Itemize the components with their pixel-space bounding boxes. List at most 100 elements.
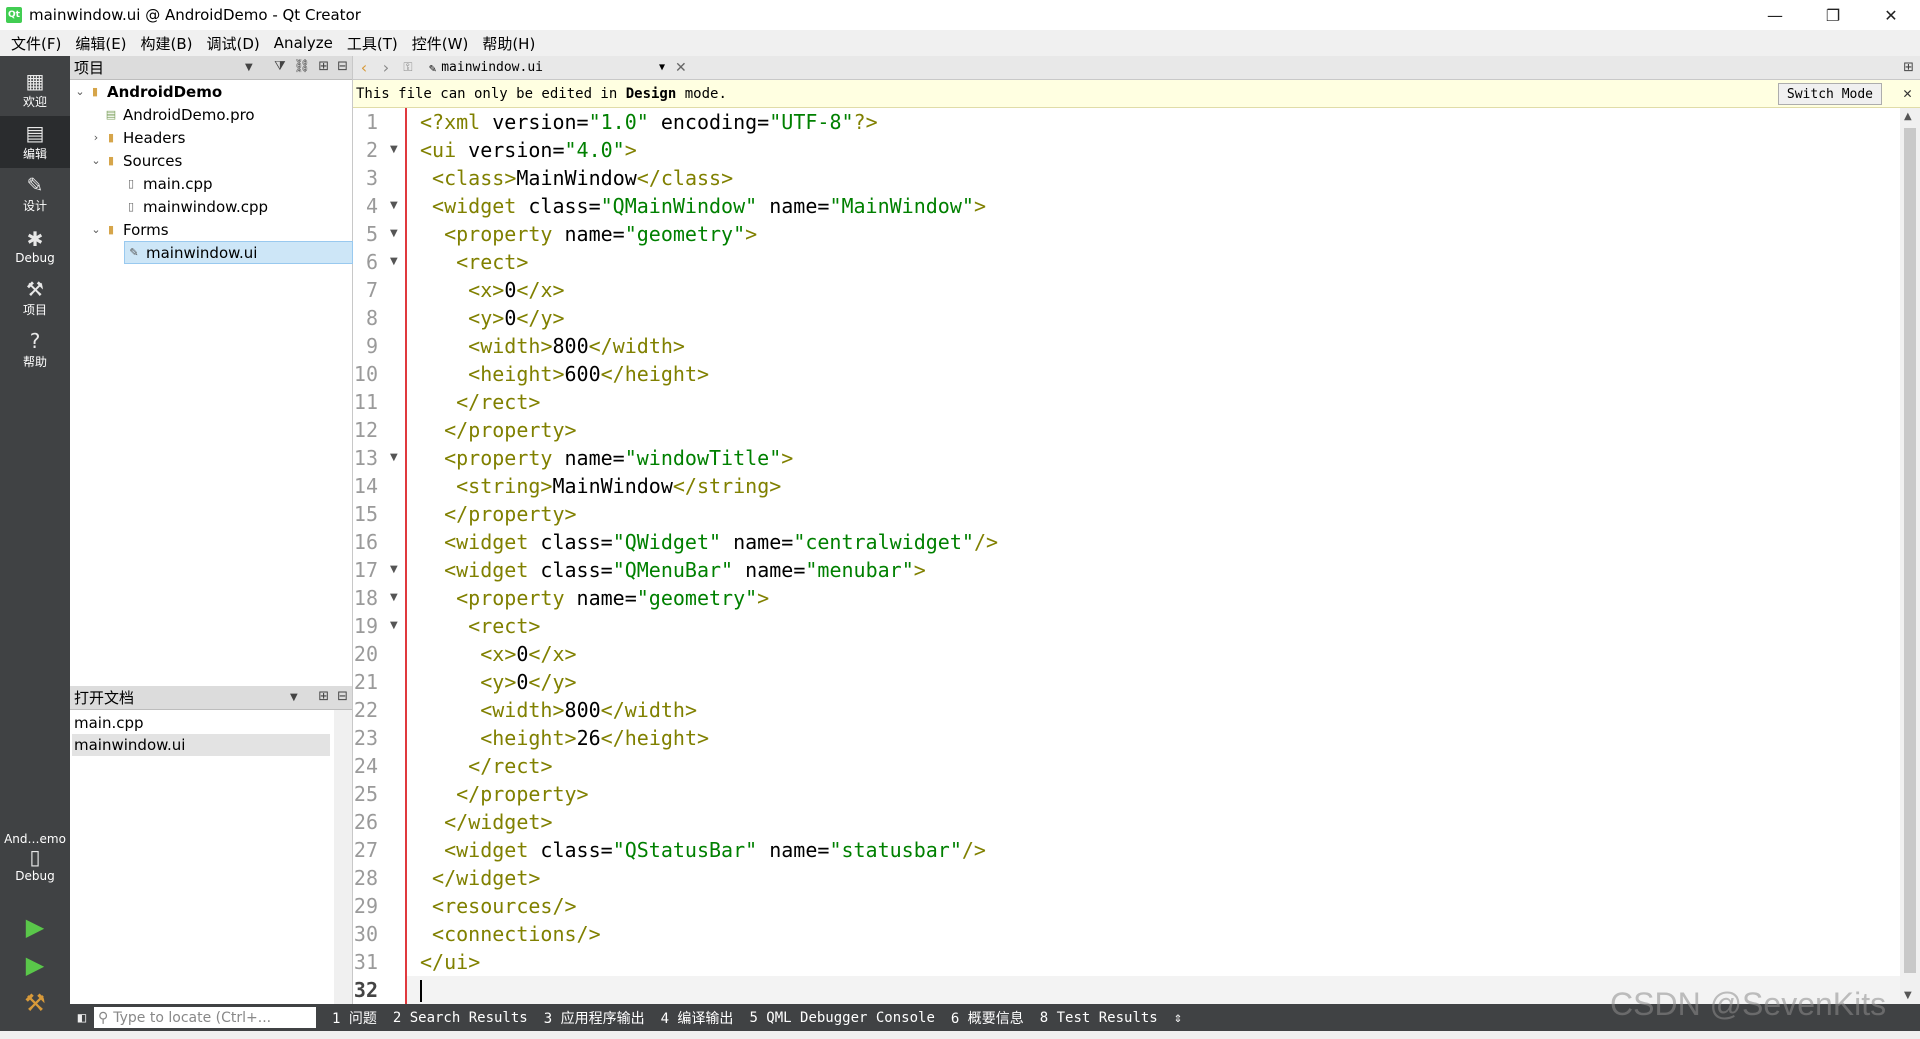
editor-scrollbar[interactable]: ▲ ▼ (1900, 108, 1920, 1004)
folder-icon: ▮ (107, 223, 115, 236)
mode-debug[interactable]: ✱ Debug (0, 220, 70, 272)
line-number: 15 (353, 502, 378, 526)
close-panel-icon[interactable]: ⊟ (337, 689, 348, 704)
tree-item-sources[interactable]: ⌄ ▮ Sources (88, 149, 182, 172)
fold-margin[interactable]: ▼ ▼ ▼ ▼ ▼ ▼ ▼ ▼ (381, 108, 407, 1004)
menu-analyze[interactable]: Analyze (267, 34, 340, 52)
restore-button[interactable]: ❐ (1804, 0, 1862, 30)
fold-marker-icon[interactable]: ▼ (390, 556, 398, 584)
mode-help[interactable]: ? 帮助 (0, 324, 70, 376)
code-line: </rect> (456, 390, 541, 414)
split-icon[interactable]: ⊞ (318, 689, 329, 704)
code-line: <y>0</y> (468, 306, 565, 330)
design-mode-infobar: This file can only be edited in Design m… (353, 80, 1920, 108)
close-panel-icon[interactable]: ⊟ (337, 59, 348, 74)
tree-item-mainwindow-cpp[interactable]: ▯ mainwindow.cpp (124, 195, 268, 218)
open-doc-main-cpp[interactable]: main.cpp (72, 712, 330, 734)
chevron-right-icon[interactable]: › (88, 131, 104, 144)
menu-bar: 文件(F) 编辑(E) 构建(B) 调试(D) Analyze 工具(T) 控件… (0, 30, 1920, 56)
text-cursor (420, 980, 422, 1002)
switch-mode-button[interactable]: Switch Mode (1777, 83, 1882, 105)
split-icon[interactable]: ⊞ (318, 59, 329, 74)
more-tabs-icon[interactable]: ⇕ (1166, 1010, 1190, 1026)
mode-design[interactable]: ✎ 设计 (0, 168, 70, 220)
tree-item-mainwindow-ui[interactable]: ✎ mainwindow.ui (124, 241, 353, 264)
tab-application-output[interactable]: 3 应用程序输出 (536, 1008, 653, 1028)
chevron-down-icon[interactable]: ⌄ (88, 223, 104, 236)
mode-welcome[interactable]: ▦ 欢迎 (0, 64, 70, 116)
tab-compile-output[interactable]: 4 编译输出 (653, 1008, 742, 1028)
mode-edit[interactable]: ▤ 编辑 (0, 116, 70, 168)
chevron-down-icon[interactable]: ⌄ (72, 85, 88, 98)
ui-file-icon: ✎ (129, 246, 139, 259)
locator-input[interactable]: ⚲ Type to locate (Ctrl+... (94, 1007, 316, 1028)
open-doc-mainwindow-ui[interactable]: mainwindow.ui (72, 734, 330, 756)
tree-item-pro-file[interactable]: ▤ AndroidDemo.pro (88, 103, 255, 126)
tree-item-project[interactable]: ⌄ ▮ AndroidDemo (72, 80, 222, 103)
line-number: 10 (353, 362, 378, 386)
menu-debug[interactable]: 调试(D) (200, 33, 267, 54)
line-number: 13 (353, 446, 378, 470)
fold-marker-icon[interactable]: ▼ (390, 444, 398, 472)
tab-issues[interactable]: 1 问题 (324, 1008, 385, 1028)
tree-item-headers[interactable]: › ▮ Headers (88, 126, 186, 149)
menu-help[interactable]: 帮助(H) (475, 33, 542, 54)
kit-selector[interactable]: And…emo ▯ Debug (0, 822, 70, 892)
menu-build[interactable]: 构建(B) (134, 33, 200, 54)
forward-arrow-icon[interactable]: › (375, 58, 397, 77)
chevron-down-icon[interactable]: ▼ (290, 692, 298, 703)
tab-search-results[interactable]: 2 Search Results (385, 1010, 536, 1026)
fold-marker-icon[interactable]: ▼ (390, 136, 398, 164)
tab-test-results[interactable]: 8 Test Results (1032, 1010, 1166, 1026)
fold-marker-icon[interactable]: ▼ (390, 220, 398, 248)
code-line: </property> (444, 502, 577, 526)
fold-marker-icon[interactable]: ▼ (390, 584, 398, 612)
document-selector[interactable]: ✎ mainwindow.ui ▼ (429, 60, 665, 75)
tab-general-messages[interactable]: 6 概要信息 (943, 1008, 1032, 1028)
build-button[interactable]: ⚒ (20, 988, 50, 1018)
close-infobar-icon[interactable]: ✕ (1903, 84, 1912, 102)
scroll-down-icon[interactable]: ▼ (1904, 990, 1912, 1001)
tab-qml-debugger-console[interactable]: 5 QML Debugger Console (741, 1010, 942, 1026)
code-editor[interactable]: 1 2 3 4 5 6 7 8 9 10 11 12 13 14 15 16 17 18 19 20 21 22 23 24 2… (353, 108, 1920, 1004)
project-panel: 项目 ▼ ⧩ ⛓ ⊞ ⊟ ⌄ ▮ AndroidDemo ▤ AndroidDe… (70, 56, 353, 686)
menu-file[interactable]: 文件(F) (4, 33, 68, 54)
line-number: 29 (353, 894, 378, 918)
back-arrow-icon[interactable]: ‹ (353, 58, 375, 77)
code-line: <x>0</x> (468, 278, 565, 302)
tree-item-forms[interactable]: ⌄ ▮ Forms (88, 218, 168, 241)
link-icon[interactable]: ⛓ (294, 59, 311, 74)
close-window-button[interactable]: ✕ (1862, 0, 1920, 30)
line-number: 3 (365, 166, 378, 190)
grid-icon: ▦ (25, 69, 45, 93)
fold-marker-icon[interactable]: ▼ (390, 248, 398, 276)
chevron-down-icon[interactable]: ▼ (245, 62, 253, 73)
code-line: <property name="windowTitle"> (444, 446, 794, 470)
scrollbar-thumb[interactable] (1904, 128, 1916, 973)
minimize-button[interactable]: — (1746, 0, 1804, 30)
code-line: <class>MainWindow</class> (432, 166, 734, 190)
close-document-icon[interactable]: ✕ (675, 60, 687, 76)
menu-edit[interactable]: 编辑(E) (68, 33, 133, 54)
chevron-down-icon[interactable]: ⌄ (88, 154, 104, 167)
kit-build-mode: Debug (15, 869, 55, 883)
scroll-up-icon[interactable]: ▲ (1904, 111, 1912, 122)
fold-marker-icon[interactable]: ▼ (390, 192, 398, 220)
line-number: 22 (353, 698, 378, 722)
hammer-icon: ⚒ (24, 989, 46, 1017)
split-editor-icon[interactable]: ⊞ (1903, 60, 1914, 75)
filter-icon[interactable]: ⧩ (274, 59, 286, 74)
debug-run-button[interactable]: ▶ (20, 950, 50, 980)
tree-item-main-cpp[interactable]: ▯ main.cpp (124, 172, 213, 195)
toggle-sidebar-icon[interactable]: ◧ (70, 1010, 94, 1026)
menu-tools[interactable]: 工具(T) (340, 33, 405, 54)
code-line: <?xml version="1.0" encoding="UTF-8"?> (420, 110, 878, 134)
fold-marker-icon[interactable]: ▼ (390, 612, 398, 640)
line-number: 5 (365, 222, 378, 246)
menu-widgets[interactable]: 控件(W) (405, 33, 476, 54)
folder-icon: ▮ (107, 154, 115, 167)
mode-projects[interactable]: ⚒ 项目 (0, 272, 70, 324)
line-number: 19 (353, 614, 378, 638)
run-button[interactable]: ▶ (20, 912, 50, 942)
code-line: <property name="geometry"> (456, 586, 770, 610)
